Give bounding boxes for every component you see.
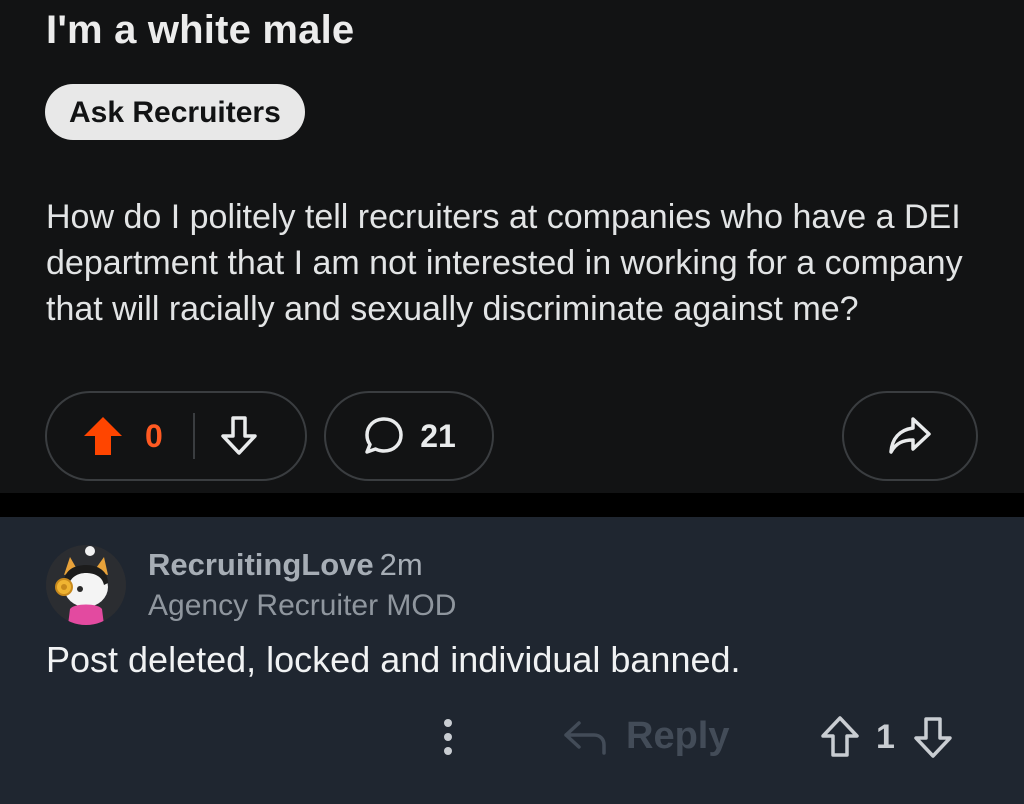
vote-separator: [192, 413, 195, 459]
upvote-button[interactable]: [81, 415, 125, 457]
downvote-icon: [221, 416, 257, 455]
comment-text: Post deleted, locked and individual bann…: [46, 639, 741, 680]
more-options-button[interactable]: [433, 715, 463, 764]
upvote-icon: [821, 716, 859, 757]
downvote-button[interactable]: [217, 415, 261, 457]
vote-count: 0: [145, 417, 163, 454]
post-flair[interactable]: Ask Recruiters: [45, 84, 305, 140]
post-body: How do I politely tell recruiters at com…: [46, 198, 963, 328]
downvote-icon: [914, 717, 952, 758]
comment-downvote-button[interactable]: [911, 715, 955, 759]
avatar-image: [46, 545, 126, 625]
comment-upvote-button[interactable]: [818, 715, 862, 759]
post-card: I'm a white male Ask Recruiters How do I…: [0, 0, 1024, 493]
upvote-icon: [84, 417, 122, 455]
username-text[interactable]: RecruitingLove: [148, 547, 374, 582]
reply-icon: [564, 720, 606, 755]
comment-username[interactable]: RecruitingLove 2m: [148, 547, 423, 583]
comment-icon: [365, 417, 403, 454]
more-icon: [444, 719, 452, 755]
vote-bar: 0: [45, 391, 307, 481]
comment-vote-count: 1: [876, 717, 895, 756]
post-title[interactable]: I'm a white male: [46, 8, 354, 53]
comment-time: 2m: [379, 547, 423, 582]
section-divider: [0, 493, 1024, 517]
comment-vote-bar: 1: [818, 715, 955, 759]
comments-button[interactable]: 21: [324, 391, 494, 481]
avatar[interactable]: [46, 545, 126, 625]
share-icon: [889, 417, 931, 454]
comment-count: 21: [420, 417, 456, 454]
comment-card: RecruitingLove 2m Agency Recruiter MOD Po…: [0, 517, 1024, 804]
comment-actions: Reply 1: [0, 705, 1024, 775]
user-flair: Agency Recruiter MOD: [148, 589, 457, 622]
share-button[interactable]: [842, 391, 978, 481]
reply-button[interactable]: Reply: [562, 715, 729, 758]
reply-label: Reply: [626, 715, 730, 757]
